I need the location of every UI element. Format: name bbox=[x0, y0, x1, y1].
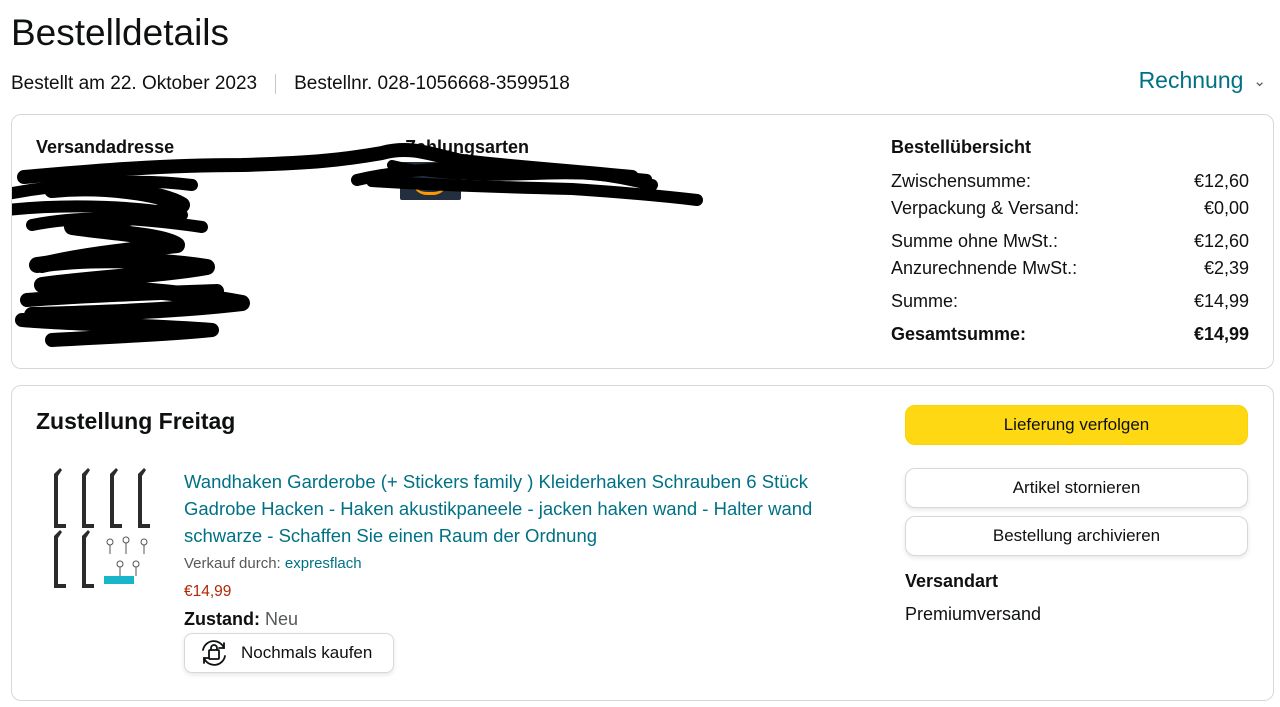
condition-label: Zustand: bbox=[184, 609, 260, 629]
summary-label: Verpackung & Versand: bbox=[891, 198, 1080, 218]
address-line bbox=[36, 202, 226, 224]
seller-label: Verkauf durch: bbox=[184, 555, 285, 572]
order-date: Bestellt am 22. Oktober 2023 bbox=[11, 73, 258, 94]
delivery-box: Zustellung Freitag Wandhaken Garderobe (… bbox=[11, 385, 1274, 701]
chevron-down-icon: ⌄ bbox=[1253, 72, 1266, 90]
summary-label: Anzurechnende MwSt.: bbox=[891, 258, 1078, 278]
page-title: Bestelldetails bbox=[11, 12, 230, 53]
address-line bbox=[36, 256, 226, 278]
buy-again-button[interactable]: Nochmals kaufen bbox=[184, 633, 394, 673]
shipping-address bbox=[36, 175, 226, 337]
summary-total-value: €14,99 bbox=[1193, 324, 1249, 344]
address-line bbox=[36, 283, 226, 305]
product-price: €14,99 bbox=[184, 583, 232, 600]
order-number: Bestellnr. 028-1056668-3599518 bbox=[294, 73, 570, 94]
summary-total-label: Gesamtsumme: bbox=[891, 324, 1027, 344]
order-meta: Bestellt am 22. Oktober 2023 Bestellnr. … bbox=[11, 73, 570, 95]
summary-row: Zwischensumme: €12,60 bbox=[891, 168, 1249, 195]
summary-value: €0,00 bbox=[1203, 198, 1249, 218]
summary-row: Anzurechnende MwSt.: €2,39 bbox=[891, 255, 1249, 282]
summary-total-row: Gesamtsumme: €14,99 bbox=[891, 321, 1249, 348]
shipping-address-heading: Versandadresse bbox=[36, 137, 175, 157]
shipping-method-value: Premiumversand bbox=[905, 604, 1042, 624]
summary-value: €14,99 bbox=[1193, 291, 1249, 311]
buy-again-label: Nochmals kaufen bbox=[241, 643, 373, 662]
summary-label: Summe ohne MwSt.: bbox=[891, 231, 1059, 251]
divider bbox=[275, 74, 277, 94]
summary-row: Verpackung & Versand: €0,00 bbox=[891, 195, 1249, 222]
seller-info: Verkauf durch: expresflach bbox=[184, 555, 362, 572]
address-line bbox=[36, 175, 226, 197]
product-title-link[interactable]: Wandhaken Garderobe (+ Stickers family )… bbox=[184, 468, 864, 549]
condition-value: Neu bbox=[265, 609, 299, 629]
product-condition: Zustand: Neu bbox=[184, 609, 298, 630]
seller-link[interactable]: expresflach bbox=[285, 555, 362, 572]
summary-row: Summe: €14,99 bbox=[891, 288, 1249, 315]
summary-row: Summe ohne MwSt.: €12,60 bbox=[891, 228, 1249, 255]
summary-label: Summe: bbox=[891, 291, 959, 311]
summary-heading: Bestellübersicht bbox=[891, 137, 1032, 157]
summary-value: €12,60 bbox=[1193, 231, 1249, 251]
invoice-label: Rechnung bbox=[1138, 67, 1244, 93]
product-image[interactable] bbox=[46, 466, 166, 591]
amazon-logo-icon bbox=[400, 162, 461, 200]
archive-order-button[interactable]: Bestellung archivieren bbox=[905, 516, 1248, 556]
invoice-dropdown[interactable]: Rechnung ⌄ bbox=[1139, 67, 1266, 94]
order-info-box: Versandadresse Zahlungsarten Bestellüber… bbox=[11, 114, 1274, 369]
summary-label: Zwischensumme: bbox=[891, 171, 1032, 191]
payment-heading: Zahlungsarten bbox=[405, 137, 530, 157]
summary-value: €2,39 bbox=[1203, 258, 1249, 278]
shipping-method-heading: Versandart bbox=[905, 571, 999, 591]
summary-value: €12,60 bbox=[1193, 171, 1249, 191]
buy-again-icon bbox=[202, 640, 226, 666]
address-line bbox=[36, 229, 226, 251]
order-summary: Bestellübersicht Zwischensumme: €12,60 V… bbox=[891, 137, 1249, 348]
cancel-items-button[interactable]: Artikel stornieren bbox=[905, 468, 1248, 508]
delivery-heading: Zustellung Freitag bbox=[36, 408, 236, 434]
track-package-button[interactable]: Lieferung verfolgen bbox=[905, 405, 1248, 445]
address-line bbox=[36, 310, 226, 332]
